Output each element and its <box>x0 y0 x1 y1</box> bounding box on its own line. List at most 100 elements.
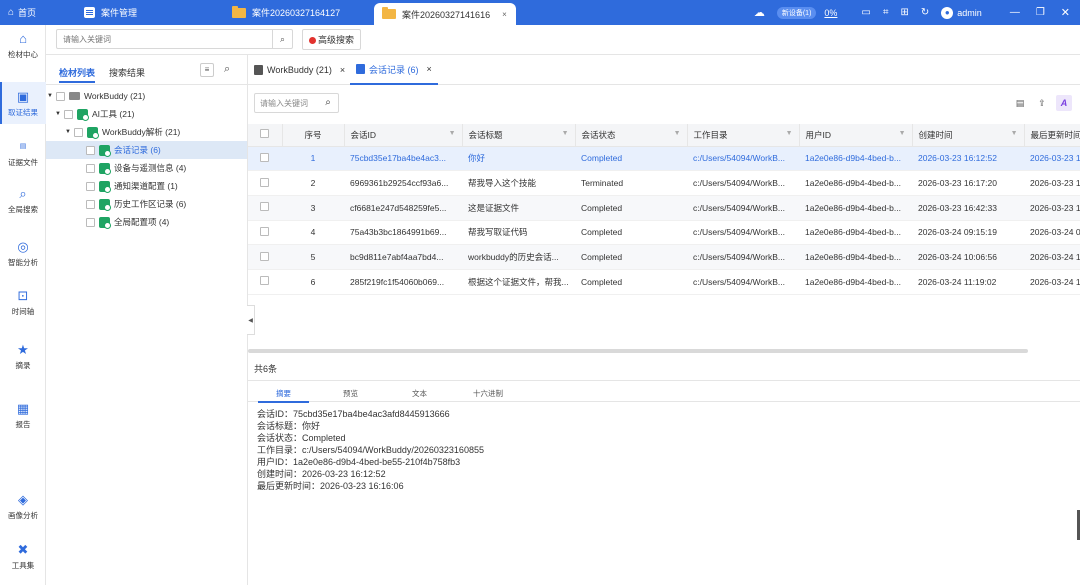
column-header-status[interactable]: 会话状态 ▼ <box>575 124 688 147</box>
crop-icon[interactable]: ⌗ <box>883 7 889 18</box>
sidebar-item-forensic-results[interactable]: ▣ 取证结果 <box>0 82 46 124</box>
sidebar-item-smart-analysis[interactable]: ◎ 智能分析 <box>0 240 46 268</box>
row-checkbox[interactable] <box>260 152 269 162</box>
select-all-header[interactable] <box>248 124 283 147</box>
row-checkbox-cell[interactable] <box>248 269 282 295</box>
home-tab[interactable]: ⌂ 首页 <box>0 0 56 25</box>
collapse-panel-handle[interactable]: ◀ <box>247 305 255 335</box>
tab-text[interactable]: 文本 <box>412 388 427 399</box>
sidebar-item-evidence-files[interactable]: ▤ 证据文件 <box>0 140 46 168</box>
minimize-icon[interactable]: — <box>1010 7 1020 18</box>
column-header-created[interactable]: 创建时间 ▼ <box>912 124 1025 147</box>
expand-icon[interactable]: ▼ <box>54 111 62 117</box>
tree-node-workspace-history[interactable]: 历史工作区记录 (6) <box>46 195 247 213</box>
tab-close-icon[interactable]: × <box>427 64 432 74</box>
tab-case-management[interactable]: 案件管理 <box>76 0 224 25</box>
tree-node-workbuddy-parse[interactable]: ▼ WorkBuddy解析 (21) <box>46 123 247 141</box>
column-header-updated[interactable]: 最后更新时间 <box>1024 124 1080 147</box>
font-style-icon[interactable]: A <box>1056 95 1072 111</box>
sidebar-item-toolkit[interactable]: ✖ 工具集 <box>0 543 46 571</box>
upload-icon[interactable]: ⇪ <box>1034 95 1050 111</box>
table-row[interactable]: 4 75a43b3bc1864991b69... 帮我写取证代码 Complet… <box>248 220 1080 246</box>
tree-node-notification-channels[interactable]: 通知渠道配置 (1) <box>46 177 247 195</box>
sidebar-item-report[interactable]: ▦ 报告 <box>0 402 46 430</box>
tree-checkbox[interactable] <box>86 199 95 209</box>
search-input[interactable] <box>56 29 293 49</box>
tree-checkbox[interactable] <box>86 163 95 173</box>
filter-icon[interactable]: ▼ <box>562 130 569 137</box>
camera-icon[interactable]: ▭ <box>861 7 870 18</box>
row-checkbox[interactable] <box>260 251 269 261</box>
select-all-checkbox[interactable] <box>260 129 269 139</box>
table-row[interactable]: 2 6969361b29254ccf93a6... 帮我导入这个技能 Termi… <box>248 170 1080 196</box>
tab-workbuddy[interactable]: WorkBuddy (21) × <box>248 55 351 85</box>
tree-checkbox[interactable] <box>74 127 83 137</box>
tree-node-device-telemetry[interactable]: 设备与遥测信息 (4) <box>46 159 247 177</box>
row-checkbox-cell[interactable] <box>248 146 282 172</box>
filter-icon[interactable]: ▼ <box>449 130 456 137</box>
sidebar-item-global-search[interactable]: ⌕ 全局搜索 <box>0 187 46 215</box>
filter-icon[interactable]: ▼ <box>1011 130 1018 137</box>
tab-case-1[interactable]: 案件20260327164127 <box>224 0 374 25</box>
table-search-icon[interactable]: ⌕ <box>319 94 337 112</box>
advanced-search-button[interactable]: 高级搜索 <box>302 29 362 50</box>
table-row[interactable]: 5 bc9d811e7abf4aa7bd4... workbuddy的历史会话.… <box>248 244 1080 270</box>
table-row[interactable]: 6 285f219fc1f54060b069... 根据这个证据文件，帮我...… <box>248 269 1080 295</box>
filter-icon[interactable]: ▼ <box>786 130 793 137</box>
sidebar-item-excerpt[interactable]: ★ 摘录 <box>0 343 46 371</box>
column-header-session-id[interactable]: 会话ID ▼ <box>344 124 463 147</box>
column-header-workdir[interactable]: 工作目录 ▼ <box>687 124 800 147</box>
search-icon[interactable]: ⌕ <box>272 30 292 48</box>
table-row[interactable]: 3 cf6681e247d548259fe5... 这是证据文件 Complet… <box>248 195 1080 221</box>
tab-summary[interactable]: 摘要 <box>258 388 309 403</box>
tab-search-results[interactable]: 搜索结果 <box>109 66 145 79</box>
row-checkbox[interactable] <box>260 202 269 212</box>
maximize-icon[interactable]: ❐ <box>1036 7 1045 18</box>
close-icon[interactable]: ✕ <box>1061 6 1070 19</box>
tab-sessions[interactable]: 会话记录 (6) × <box>350 55 438 85</box>
tree-checkbox[interactable] <box>86 145 95 155</box>
filter-icon[interactable]: ▼ <box>899 130 906 137</box>
column-header-title[interactable]: 会话标题 ▼ <box>462 124 576 147</box>
tab-evidence-list[interactable]: 检材列表 <box>59 66 96 83</box>
sidebar-item-profile-analysis[interactable]: ◈ 画像分析 <box>0 493 46 521</box>
expand-icon[interactable]: ▼ <box>46 93 54 99</box>
tree-checkbox[interactable] <box>64 109 73 119</box>
tree-node-workbuddy[interactable]: ▼ WorkBuddy (21) <box>46 87 247 105</box>
row-checkbox-cell[interactable] <box>248 244 282 270</box>
tree-checkbox[interactable] <box>86 181 95 191</box>
row-checkbox-cell[interactable] <box>248 195 282 221</box>
table-row[interactable]: 1 75cbd35e17ba4be4ac3... 你好 Completed c:… <box>248 146 1080 172</box>
tree-node-global-config[interactable]: 全局配置项 (4) <box>46 213 247 231</box>
tab-close-icon[interactable]: × <box>340 65 345 75</box>
tab-hex[interactable]: 十六进制 <box>473 388 503 399</box>
tab-case-2[interactable]: 案件20260327141616 × <box>374 3 516 25</box>
row-checkbox[interactable] <box>260 177 269 187</box>
sidebar-item-timeline[interactable]: ⊡ 时间轴 <box>0 289 46 317</box>
tree-node-sessions[interactable]: 会话记录 (6) <box>46 141 247 159</box>
sidebar-item-sample-center[interactable]: ⌂ 检材中心 <box>0 32 46 60</box>
filter-icon[interactable]: ▼ <box>674 130 681 137</box>
row-checkbox-cell[interactable] <box>248 170 282 196</box>
tree-checkbox[interactable] <box>56 91 65 101</box>
column-header-user-id[interactable]: 用户ID ▼ <box>799 124 913 147</box>
grid-icon[interactable]: ⊞ <box>901 7 909 18</box>
refresh-icon[interactable]: ↻ <box>921 7 929 18</box>
row-checkbox[interactable] <box>260 276 269 286</box>
tab-close-icon[interactable]: × <box>502 10 507 19</box>
tree-checkbox[interactable] <box>86 217 95 227</box>
cloud-icon[interactable]: ☁ <box>754 6 765 19</box>
new-device-badge[interactable]: 新设备(1) <box>776 6 817 19</box>
row-checkbox-cell[interactable] <box>248 220 282 246</box>
tree-search-icon[interactable]: ⌕ <box>224 63 230 76</box>
horizontal-scrollbar[interactable] <box>248 349 1028 353</box>
tab-preview[interactable]: 预览 <box>343 388 358 399</box>
expand-icon[interactable]: ▼ <box>64 129 72 135</box>
username[interactable]: admin <box>957 8 982 18</box>
column-header-no[interactable]: 序号 <box>282 124 345 147</box>
export-doc-icon[interactable]: ▤ <box>1012 95 1028 111</box>
tree-node-ai-tools[interactable]: ▼ AI工具 (21) <box>46 105 247 123</box>
avatar[interactable]: ● <box>941 6 954 19</box>
row-checkbox[interactable] <box>260 226 269 236</box>
collapse-all-icon[interactable]: ≡ <box>200 63 214 77</box>
